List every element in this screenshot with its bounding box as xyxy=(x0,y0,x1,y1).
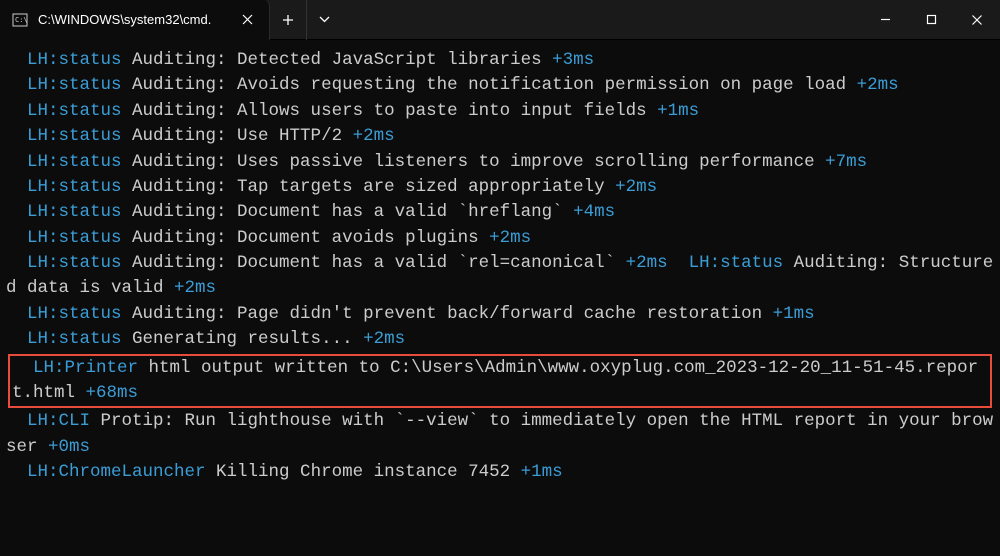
svg-text:C:\: C:\ xyxy=(15,16,28,24)
tab-dropdown-button[interactable] xyxy=(306,0,342,40)
log-line: LH:status Auditing: Document has a valid… xyxy=(6,251,994,302)
log-tag: LH:status xyxy=(27,177,122,197)
log-text: Auditing: Tap targets are sized appropri… xyxy=(122,177,616,197)
log-timing: +7ms xyxy=(825,152,867,172)
log-tag: LH:status xyxy=(27,202,122,222)
log-text: Auditing: Allows users to paste into inp… xyxy=(122,101,658,121)
log-timing: +1ms xyxy=(521,462,563,482)
close-tab-button[interactable] xyxy=(237,10,257,30)
close-window-button[interactable] xyxy=(954,0,1000,40)
log-tag: LH:CLI xyxy=(27,411,90,431)
highlighted-output: LH:Printer html output written to C:\Use… xyxy=(8,354,992,409)
log-timing: +0ms xyxy=(48,437,90,457)
log-text: Generating results... xyxy=(122,329,364,349)
log-line: LH:Printer html output written to C:\Use… xyxy=(12,356,988,407)
titlebar: C:\ C:\WINDOWS\system32\cmd. xyxy=(0,0,1000,40)
log-timing: +2ms xyxy=(174,278,216,298)
log-timing: +1ms xyxy=(657,101,699,121)
maximize-button[interactable] xyxy=(908,0,954,40)
log-text: Auditing: Page didn't prevent back/forwa… xyxy=(122,304,773,324)
log-line: LH:status Generating results... +2ms xyxy=(6,327,994,352)
log-line: LH:CLI Protip: Run lighthouse with `--vi… xyxy=(6,409,994,460)
log-tag: LH:status xyxy=(27,101,122,121)
log-text: Auditing: Avoids requesting the notifica… xyxy=(122,75,857,95)
log-tag: LH:status xyxy=(689,253,784,273)
log-tag: LH:ChromeLauncher xyxy=(27,462,206,482)
log-text: Auditing: Uses passive listeners to impr… xyxy=(122,152,826,172)
log-timing: +1ms xyxy=(773,304,815,324)
log-line: LH:status Auditing: Page didn't prevent … xyxy=(6,302,994,327)
log-line: LH:status Auditing: Document avoids plug… xyxy=(6,226,994,251)
log-timing: +2ms xyxy=(363,329,405,349)
log-text: Auditing: Document has a valid `rel=cano… xyxy=(122,253,626,273)
log-tag: LH:status xyxy=(27,329,122,349)
log-text: html output written to C:\Users\Admin\ww… xyxy=(12,358,978,403)
log-timing: +2ms xyxy=(489,228,531,248)
log-timing: +2ms xyxy=(615,177,657,197)
log-tag: LH:status xyxy=(27,50,122,70)
tab-active[interactable]: C:\ C:\WINDOWS\system32\cmd. xyxy=(0,0,270,40)
log-line: LH:status Auditing: Document has a valid… xyxy=(6,200,994,225)
log-tag: LH:status xyxy=(27,126,122,146)
new-tab-button[interactable] xyxy=(270,0,306,40)
log-line: LH:status Auditing: Detected JavaScript … xyxy=(6,48,994,73)
log-tag: LH:status xyxy=(27,228,122,248)
log-timing: +4ms xyxy=(573,202,615,222)
log-tag: LH:status xyxy=(27,152,122,172)
log-tag: LH:Printer xyxy=(33,358,138,378)
log-line: LH:status Auditing: Allows users to past… xyxy=(6,99,994,124)
log-line: LH:status Auditing: Uses passive listene… xyxy=(6,150,994,175)
log-tag: LH:status xyxy=(27,253,122,273)
log-text: Auditing: Detected JavaScript libraries xyxy=(122,50,553,70)
log-line: LH:status Auditing: Use HTTP/2 +2ms xyxy=(6,124,994,149)
log-tag: LH:status xyxy=(27,304,122,324)
log-text: Auditing: Use HTTP/2 xyxy=(122,126,353,146)
window-controls xyxy=(862,0,1000,40)
tab-title: C:\WINDOWS\system32\cmd. xyxy=(38,12,227,27)
log-text: Killing Chrome instance 7452 xyxy=(206,462,521,482)
log-timing: +2ms xyxy=(353,126,395,146)
log-line: LH:status Auditing: Avoids requesting th… xyxy=(6,73,994,98)
terminal-output[interactable]: LH:status Auditing: Detected JavaScript … xyxy=(0,40,1000,493)
cmd-icon: C:\ xyxy=(12,12,28,28)
minimize-button[interactable] xyxy=(862,0,908,40)
log-timing: +68ms xyxy=(86,383,139,403)
log-text: Auditing: Document has a valid `hreflang… xyxy=(122,202,574,222)
log-text: Auditing: Document avoids plugins xyxy=(122,228,490,248)
log-timing: +2ms xyxy=(626,253,668,273)
log-text: Protip: Run lighthouse with `--view` to … xyxy=(6,411,993,456)
log-line: LH:status Auditing: Tap targets are size… xyxy=(6,175,994,200)
log-tag: LH:status xyxy=(27,75,122,95)
log-line: LH:ChromeLauncher Killing Chrome instanc… xyxy=(6,460,994,485)
log-timing: +2ms xyxy=(857,75,899,95)
log-timing: +3ms xyxy=(552,50,594,70)
